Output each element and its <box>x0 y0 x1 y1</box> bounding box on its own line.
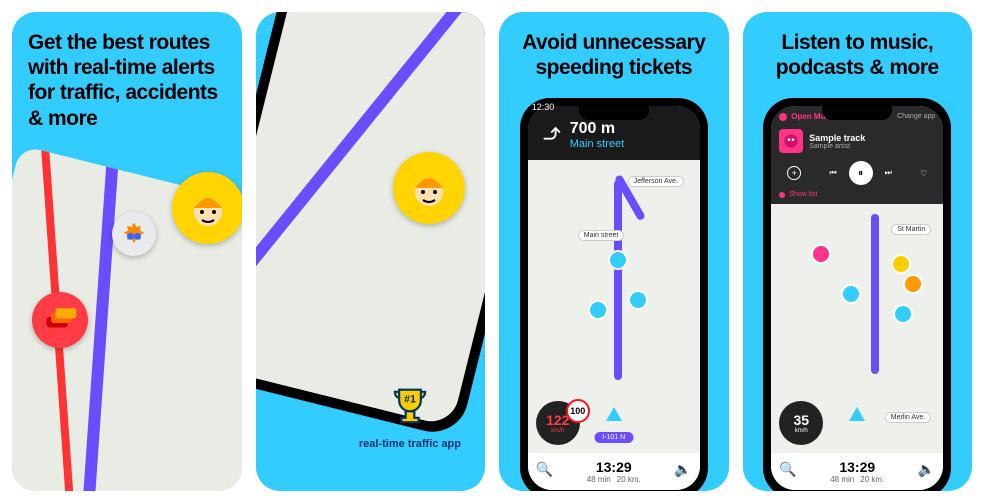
eta-distance: 20 km. <box>617 475 641 484</box>
promo-panel-4: Listen to music, podcasts & more Open Mu… <box>743 12 973 491</box>
add-track-button[interactable]: + <box>787 166 801 180</box>
status-bar-time: 12:30 <box>532 102 555 112</box>
headline-1: Get the best routes with real-time alert… <box>12 12 242 149</box>
wazer-icon <box>628 290 648 310</box>
vehicle-cursor-icon <box>606 407 622 421</box>
svg-text:#1: #1 <box>404 393 416 405</box>
turn-right-icon <box>540 124 562 146</box>
headline-4: Listen to music, podcasts & more <box>743 12 973 90</box>
crash-icon <box>112 212 156 256</box>
speed-limit-sign: 100 <box>566 399 590 423</box>
music-player-panel: Open Music Change app Sample track Sampl… <box>771 106 943 204</box>
phone-mockup: 12:30 700 m Main street Jefferson Ave. M… <box>520 98 708 491</box>
street-label: Jefferson Ave. <box>628 176 684 187</box>
promo-panel-3: Avoid unnecessary speeding tickets 12:30… <box>499 12 729 491</box>
trophy-badge: #1 real-time traffic app <box>359 381 461 451</box>
headline-3: Avoid unnecessary speeding tickets <box>499 12 729 90</box>
sound-icon[interactable]: 🔈 <box>674 461 691 478</box>
track-artist: Sample artist <box>809 143 865 150</box>
nav-distance: 700 m <box>570 120 624 138</box>
wazer-icon <box>893 304 913 324</box>
track-title: Sample track <box>809 133 865 143</box>
eta-time: 13:29 <box>779 459 935 475</box>
trophy-label: real-time traffic app <box>359 438 461 451</box>
hazard-icon <box>903 274 923 294</box>
eta-duration: 48 min <box>830 475 854 484</box>
hazard-icon <box>891 254 911 274</box>
eta-bar[interactable]: 🔍 13:29 48 min 20 km. 🔈 <box>528 453 700 490</box>
eta-bar[interactable]: 🔍 13:29 48 min 20 km. 🔈 <box>771 453 943 490</box>
wazer-icon <box>841 284 861 304</box>
search-icon[interactable]: 🔍 <box>779 461 796 478</box>
traffic-icon <box>32 292 88 348</box>
street-label: St Martin <box>891 224 931 235</box>
speed-indicator: 35 km/h <box>779 401 823 445</box>
play-pause-button[interactable]: ⏸ <box>849 161 873 185</box>
album-art-icon <box>779 129 803 153</box>
map-view[interactable]: St Martin Merlin Ave. 35 km/h <box>771 204 943 453</box>
street-label: Merlin Ave. <box>885 412 932 423</box>
wazer-icon <box>588 300 608 320</box>
promo-panel-1: Get the best routes with real-time alert… <box>12 12 242 491</box>
search-icon[interactable]: 🔍 <box>536 461 553 478</box>
nav-street: Main street <box>570 138 624 150</box>
promo-panel-2: #1 real-time traffic app <box>256 12 486 491</box>
phone-mockup-tilted <box>256 12 486 439</box>
vehicle-cursor-icon <box>849 407 865 421</box>
eta-distance: 20 km. <box>860 475 884 484</box>
construction-worker-icon <box>172 172 242 244</box>
route-pill: I-101 N <box>594 432 633 443</box>
show-list-link[interactable]: Show list <box>779 189 935 198</box>
wazer-icon <box>608 250 628 270</box>
eta-time: 13:29 <box>536 459 692 475</box>
street-label: Main street <box>578 230 625 241</box>
change-app-link[interactable]: Change app <box>897 113 935 120</box>
hazard-icon <box>811 244 831 264</box>
prev-track-button[interactable]: ⏮ <box>829 168 836 178</box>
map-view[interactable]: Jefferson Ave. Main street 122 km/h 100 … <box>528 160 700 453</box>
like-button[interactable]: ♡ <box>920 169 927 178</box>
phone-mockup: Open Music Change app Sample track Sampl… <box>763 98 951 491</box>
sound-icon[interactable]: 🔈 <box>918 461 935 478</box>
eta-duration: 48 min <box>587 475 611 484</box>
next-track-button[interactable]: ⏭ <box>885 168 892 178</box>
construction-worker-icon <box>393 152 465 224</box>
